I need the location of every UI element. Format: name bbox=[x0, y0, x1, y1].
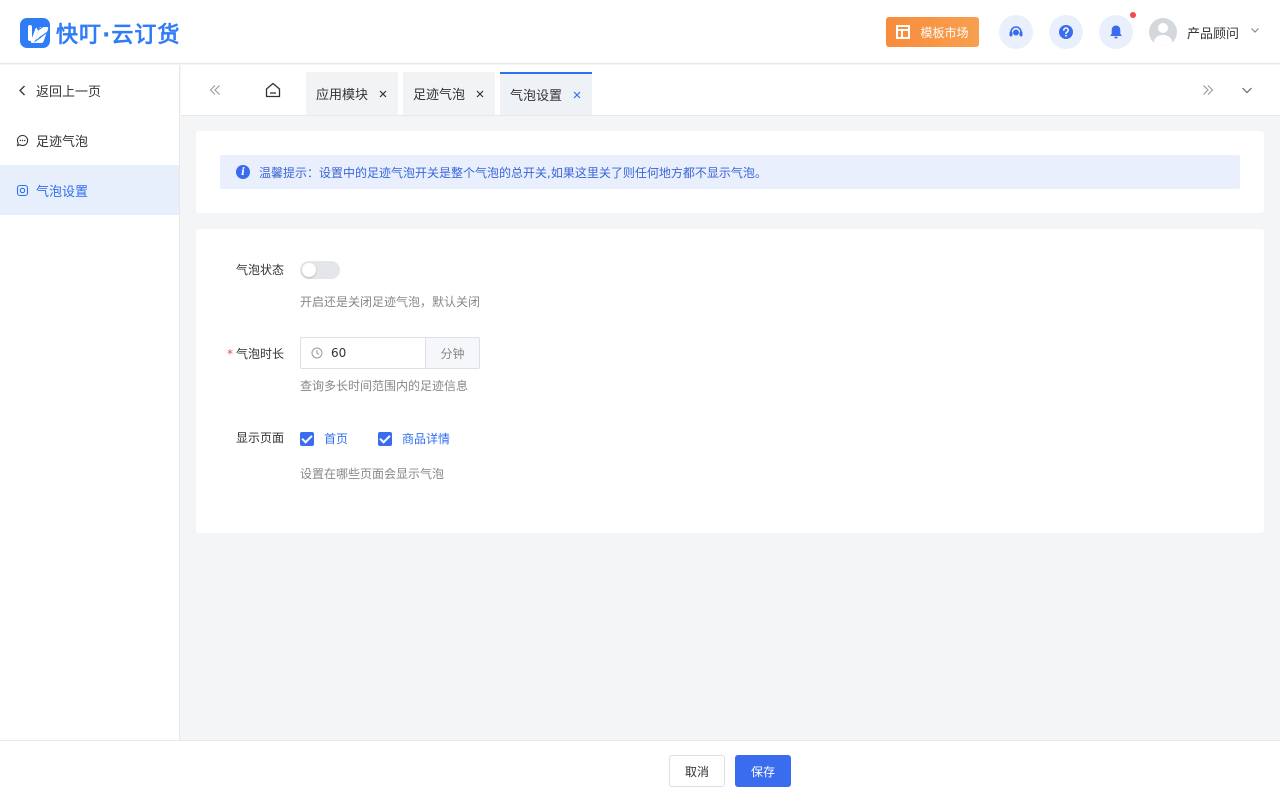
duration-label: * 气泡时长 bbox=[196, 345, 284, 362]
tab-bar: 应用模块 足迹气泡 气泡设置 bbox=[181, 65, 1280, 116]
sidebar-item-footprint-bubble[interactable]: 足迹气泡 bbox=[0, 115, 179, 165]
template-market-label: 模板市场 bbox=[920, 25, 969, 40]
notice-text: 温馨提示：设置中的足迹气泡开关是整个气泡的总开关,如果这里关了则任何地方都不显示… bbox=[259, 165, 767, 180]
notification-button[interactable] bbox=[1099, 15, 1133, 49]
duration-hint: 查询多长时间范围内的足迹信息 bbox=[300, 379, 469, 393]
duration-label-text: 气泡时长 bbox=[235, 347, 284, 361]
clock-icon bbox=[311, 347, 323, 359]
tab-label: 足迹气泡 bbox=[413, 88, 466, 103]
sidebar-item-bubble-settings[interactable]: 气泡设置 bbox=[0, 165, 179, 215]
bell-icon bbox=[1110, 25, 1122, 39]
user-name[interactable]: 产品顾问 bbox=[1187, 23, 1239, 42]
sidebar-item-label: 返回上一页 bbox=[36, 84, 102, 100]
cancel-button[interactable]: 取消 bbox=[669, 755, 725, 787]
customer-service-icon bbox=[1009, 26, 1023, 37]
logo-text: 快叮·云订货 bbox=[56, 23, 181, 48]
notice-card: i 温馨提示：设置中的足迹气泡开关是整个气泡的总开关,如果这里关了则任何地方都不… bbox=[196, 131, 1264, 213]
checkbox-home-page[interactable]: 首页 bbox=[300, 430, 348, 447]
settings-icon bbox=[16, 184, 29, 196]
customer-service-button[interactable] bbox=[999, 15, 1033, 49]
sidebar-item-label: 气泡设置 bbox=[36, 184, 89, 200]
tab-app-modules[interactable]: 应用模块 bbox=[306, 72, 398, 115]
avatar[interactable] bbox=[1149, 18, 1177, 46]
pages-label: 显示页面 bbox=[235, 431, 284, 445]
logo-mark-icon bbox=[20, 18, 50, 48]
top-header: 快叮·云订货 模板市场 产品顾问 bbox=[0, 0, 1280, 64]
chevron-left-icon bbox=[19, 85, 25, 95]
tab-bubble-settings[interactable]: 气泡设置 bbox=[500, 72, 592, 115]
save-button[interactable]: 保存 bbox=[735, 755, 791, 787]
double-chevron-right-icon[interactable] bbox=[1200, 82, 1216, 98]
template-icon bbox=[896, 25, 911, 39]
duration-input[interactable]: 60 bbox=[300, 337, 426, 369]
chevron-down-icon[interactable] bbox=[1250, 25, 1260, 35]
required-mark: * bbox=[226, 347, 233, 361]
tab-footprint-bubble[interactable]: 足迹气泡 bbox=[403, 72, 495, 115]
pages-hint: 设置在哪些页面会显示气泡 bbox=[300, 467, 445, 481]
home-icon[interactable] bbox=[263, 80, 283, 100]
status-label: 气泡状态 bbox=[235, 263, 284, 277]
help-button[interactable] bbox=[1049, 15, 1083, 49]
chevron-down-icon[interactable] bbox=[1239, 82, 1255, 98]
tab-label: 应用模块 bbox=[316, 88, 369, 103]
checkbox-product-detail[interactable]: 商品详情 bbox=[378, 430, 450, 447]
status-hint: 开启还是关闭足迹气泡，默认关闭 bbox=[300, 295, 481, 309]
duration-value: 60 bbox=[331, 346, 347, 360]
checkbox-checked-icon bbox=[300, 431, 314, 446]
tab-label: 气泡设置 bbox=[510, 89, 563, 104]
app-logo[interactable]: 快叮·云订货 bbox=[20, 17, 180, 49]
info-icon: i bbox=[236, 165, 250, 179]
checkbox-checked-icon bbox=[378, 431, 392, 446]
sidebar: 返回上一页 足迹气泡 气泡设置 bbox=[0, 65, 180, 740]
settings-form-card: 气泡状态 开启还是关闭足迹气泡，默认关闭 * 气泡时长 60 分钟 查询多长时间范… bbox=[196, 229, 1264, 533]
bubble-status-switch[interactable] bbox=[300, 261, 340, 279]
close-icon[interactable] bbox=[572, 90, 582, 100]
duration-unit: 分钟 bbox=[425, 337, 480, 369]
sidebar-item-back[interactable]: 返回上一页 bbox=[0, 65, 179, 115]
checkbox-label: 商品详情 bbox=[402, 432, 451, 446]
close-icon[interactable] bbox=[475, 89, 485, 99]
template-market-button[interactable]: 模板市场 bbox=[886, 17, 979, 47]
notification-dot bbox=[1130, 12, 1136, 18]
sidebar-item-label: 足迹气泡 bbox=[36, 134, 89, 150]
double-chevron-left-icon[interactable] bbox=[207, 82, 223, 98]
chat-bubble-icon bbox=[16, 134, 29, 146]
help-icon bbox=[1059, 25, 1073, 39]
notice-banner: i 温馨提示：设置中的足迹气泡开关是整个气泡的总开关,如果这里关了则任何地方都不… bbox=[220, 155, 1240, 189]
footer-bar: 取消 保存 bbox=[0, 740, 1280, 800]
close-icon[interactable] bbox=[378, 89, 388, 99]
checkbox-label: 首页 bbox=[324, 432, 349, 446]
